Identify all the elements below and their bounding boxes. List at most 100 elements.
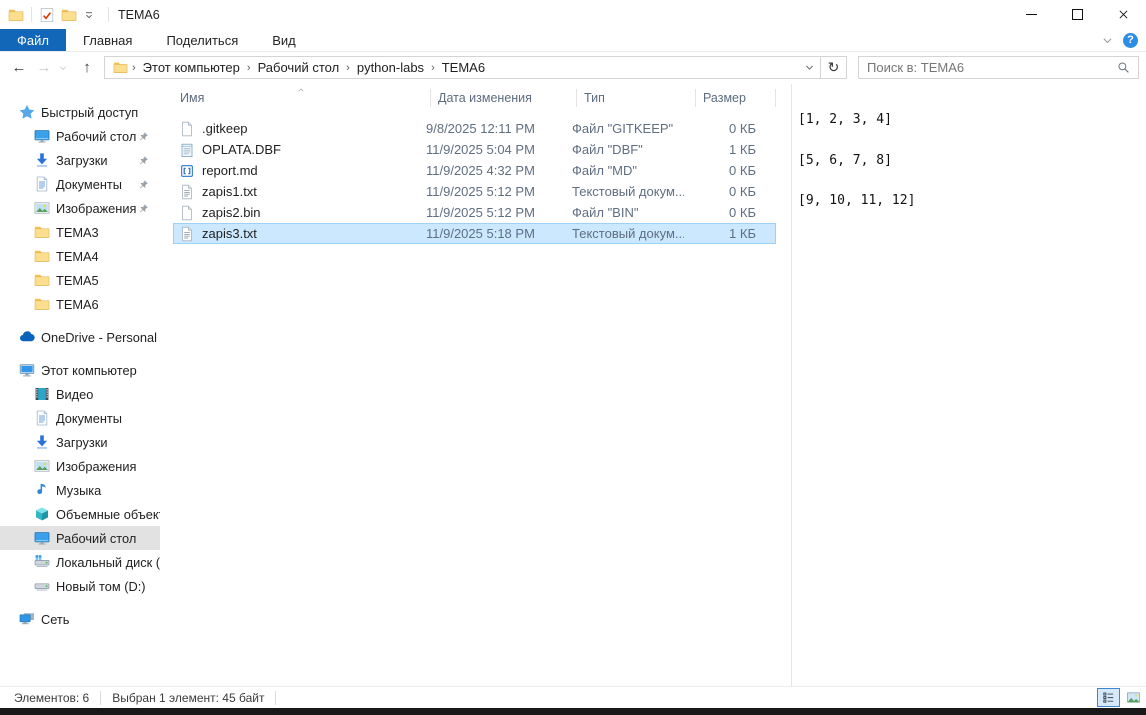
divider bbox=[275, 691, 276, 705]
tab-share[interactable]: Поделиться bbox=[149, 29, 255, 51]
recent-locations-button[interactable] bbox=[54, 51, 72, 84]
sidebar-item-network[interactable]: Сеть bbox=[0, 607, 160, 631]
breadcrumb-python-labs[interactable]: python-labs bbox=[351, 60, 430, 75]
new-folder-icon bbox=[61, 7, 77, 23]
sidebar-item-desktop[interactable]: Рабочий стол bbox=[0, 526, 160, 550]
ribbon-collapse-chevron-icon[interactable] bbox=[1101, 34, 1114, 47]
video-icon bbox=[34, 386, 50, 402]
breadcrumb-tema6[interactable]: ТЕМА6 bbox=[436, 60, 491, 75]
sidebar-item-this-pc[interactable]: Этот компьютер bbox=[0, 358, 160, 382]
sidebar-item-downloads[interactable]: Загрузки bbox=[0, 430, 160, 454]
divider bbox=[100, 691, 101, 705]
minimize-button[interactable] bbox=[1008, 0, 1054, 29]
file-row-zapis2-bin[interactable]: zapis2.bin 11/9/2025 5:12 PM Файл "BIN" … bbox=[173, 202, 776, 223]
app-folder-icon bbox=[8, 7, 24, 23]
tab-home[interactable]: Главная bbox=[66, 29, 149, 51]
search-box[interactable] bbox=[858, 56, 1139, 79]
window-title: ТЕМА6 bbox=[118, 8, 160, 22]
address-history-button[interactable] bbox=[798, 57, 820, 78]
file-row-gitkeep[interactable]: .gitkeep 9/8/2025 12:11 PM Файл "GITKEEP… bbox=[173, 118, 776, 139]
sidebar-item-local-disk-c[interactable]: Локальный диск (C:) bbox=[0, 550, 160, 574]
refresh-button[interactable]: ↻ bbox=[820, 57, 846, 78]
divider bbox=[31, 7, 32, 22]
sidebar-item-quick-access[interactable]: Быстрый доступ bbox=[0, 100, 160, 124]
pin-icon bbox=[138, 203, 149, 214]
breadcrumb: › Этот компьютер › Рабочий стол › python… bbox=[105, 60, 798, 75]
pictures-icon bbox=[34, 458, 50, 474]
downloads-icon bbox=[34, 434, 50, 450]
customize-qat-button[interactable] bbox=[83, 9, 95, 21]
sidebar-item-tema5[interactable]: ТЕМА5 bbox=[0, 268, 160, 292]
search-icon[interactable] bbox=[1117, 61, 1130, 74]
status-bar: Элементов: 6 Выбран 1 элемент: 45 байт bbox=[0, 686, 1146, 709]
star-icon bbox=[19, 104, 35, 120]
tab-file[interactable]: Файл bbox=[0, 29, 66, 51]
sidebar-item-pictures-pinned[interactable]: Изображения bbox=[0, 196, 160, 220]
pin-icon bbox=[138, 179, 149, 190]
file-rows: .gitkeep 9/8/2025 12:11 PM Файл "GITKEEP… bbox=[173, 118, 776, 244]
main-area: Быстрый доступ Рабочий стол Загрузки Док… bbox=[0, 84, 1146, 686]
screen-edge bbox=[0, 708, 1146, 715]
sidebar-item-new-volume-d[interactable]: Новый том (D:) bbox=[0, 574, 160, 598]
tab-view[interactable]: Вид bbox=[255, 29, 313, 51]
details-view-button[interactable] bbox=[1097, 688, 1120, 707]
breadcrumb-this-pc[interactable]: Этот компьютер bbox=[137, 60, 246, 75]
column-header-modified[interactable]: Дата изменения bbox=[431, 84, 577, 110]
sidebar-item-tema3[interactable]: ТЕМА3 bbox=[0, 220, 160, 244]
pictures-icon bbox=[34, 200, 50, 216]
sidebar-item-tema6[interactable]: ТЕМА6 bbox=[0, 292, 160, 316]
sidebar-item-music[interactable]: Музыка bbox=[0, 478, 160, 502]
up-button[interactable]: ↑ bbox=[74, 51, 100, 84]
downloads-icon bbox=[34, 152, 50, 168]
back-button[interactable]: ← bbox=[6, 51, 32, 84]
close-icon bbox=[1117, 8, 1130, 21]
new-folder-button[interactable] bbox=[61, 7, 77, 23]
pin-icon bbox=[138, 131, 149, 142]
folder-icon bbox=[34, 296, 50, 312]
maximize-button[interactable] bbox=[1054, 0, 1100, 29]
file-list-pane: Имя Дата изменения Тип Размер .gitkeep 9… bbox=[160, 84, 791, 686]
sidebar-item-documents[interactable]: Документы bbox=[0, 406, 160, 430]
properties-button[interactable] bbox=[39, 7, 55, 23]
sidebar-item-3d-objects[interactable]: Объемные объекты bbox=[0, 502, 160, 526]
file-md-icon bbox=[179, 163, 195, 179]
sidebar-item-downloads-pinned[interactable]: Загрузки bbox=[0, 148, 160, 172]
sidebar-item-onedrive[interactable]: OneDrive - Personal bbox=[0, 325, 160, 349]
address-bar[interactable]: › Этот компьютер › Рабочий стол › python… bbox=[104, 56, 847, 79]
caption-buttons bbox=[1008, 0, 1146, 29]
music-note-icon bbox=[34, 482, 50, 498]
file-row-report-md[interactable]: report.md 11/9/2025 4:32 PM Файл "MD" 0 … bbox=[173, 160, 776, 181]
drive-icon bbox=[34, 578, 50, 594]
help-button[interactable]: ? bbox=[1123, 33, 1138, 48]
file-row-oplata-dbf[interactable]: OPLATA.DBF 11/9/2025 5:04 PM Файл "DBF" … bbox=[173, 139, 776, 160]
file-text-icon bbox=[179, 226, 195, 242]
sidebar-item-desktop-pinned[interactable]: Рабочий стол bbox=[0, 124, 160, 148]
folder-icon bbox=[34, 224, 50, 240]
close-button[interactable] bbox=[1100, 0, 1146, 29]
minimize-icon bbox=[1026, 14, 1037, 15]
large-icons-view-button[interactable] bbox=[1122, 688, 1145, 707]
selection-info: Выбран 1 элемент: 45 байт bbox=[112, 691, 264, 705]
preview-pane-divider[interactable] bbox=[791, 84, 792, 686]
column-header-name[interactable]: Имя bbox=[173, 84, 431, 110]
file-row-zapis3-txt-selected[interactable]: zapis3.txt 11/9/2025 5:18 PM Текстовый д… bbox=[173, 223, 776, 244]
file-row-zapis1-txt[interactable]: zapis1.txt 11/9/2025 5:12 PM Текстовый д… bbox=[173, 181, 776, 202]
preview-pane: [1, 2, 3, 4] [5, 6, 7, 8] [9, 10, 11, 12… bbox=[798, 86, 915, 235]
sidebar-item-tema4[interactable]: ТЕМА4 bbox=[0, 244, 160, 268]
sidebar-item-videos[interactable]: Видео bbox=[0, 382, 160, 406]
chevron-down-icon bbox=[804, 62, 815, 73]
title-bar: ТЕМА6 bbox=[0, 0, 1146, 29]
sidebar-item-documents-pinned[interactable]: Документы bbox=[0, 172, 160, 196]
column-header-size[interactable]: Размер bbox=[696, 84, 776, 110]
breadcrumb-desktop[interactable]: Рабочий стол bbox=[252, 60, 346, 75]
file-dbf-icon bbox=[179, 142, 195, 158]
preview-line: [5, 6, 7, 8] bbox=[798, 154, 915, 168]
divider bbox=[108, 7, 109, 22]
column-header-type[interactable]: Тип bbox=[577, 84, 696, 110]
explorer-window: ТЕМА6 Файл Главная Поделиться Вид ? ← → … bbox=[0, 0, 1146, 715]
cube-3d-icon bbox=[34, 506, 50, 522]
search-input[interactable] bbox=[859, 59, 1117, 76]
sidebar-item-pictures[interactable]: Изображения bbox=[0, 454, 160, 478]
folder-icon bbox=[34, 272, 50, 288]
file-text-icon bbox=[179, 184, 195, 200]
